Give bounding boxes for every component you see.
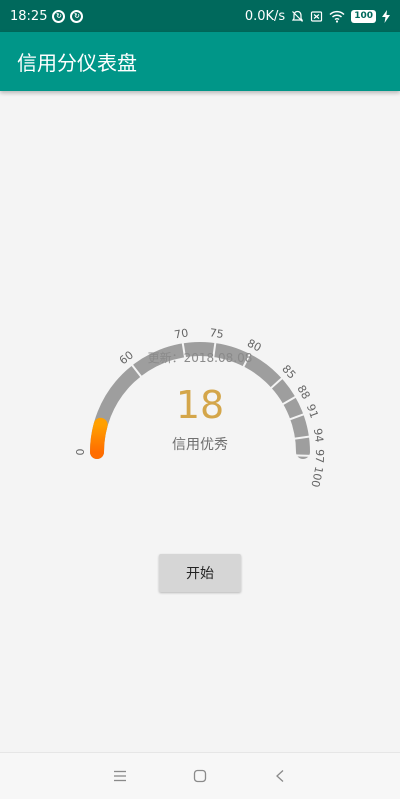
gauge-tick xyxy=(294,454,311,457)
credit-status: 信用优秀 xyxy=(172,437,228,453)
menu-icon xyxy=(114,770,126,782)
charging-icon xyxy=(382,9,390,23)
main-content: 0 60 70 75 80 85 88 91 94 97 100 更新：2018.08.08 18 … xyxy=(0,91,400,752)
mute-icon xyxy=(292,10,304,22)
status-time: 18:25 xyxy=(10,8,48,24)
sync-icon: ↻ xyxy=(52,9,66,23)
back-button[interactable] xyxy=(260,756,300,796)
wifi-icon xyxy=(329,10,345,23)
menu-button[interactable] xyxy=(100,756,140,796)
update-date: 更新：2018.08.08 xyxy=(147,351,253,365)
battery-icon: 100 xyxy=(351,9,376,23)
navigation-bar xyxy=(0,752,400,799)
app-bar: 信用分仪表盘 xyxy=(0,32,400,91)
home-button[interactable] xyxy=(180,756,220,796)
gauge-tick-label: 75 xyxy=(209,326,225,341)
net-speed: 0.0K/s xyxy=(244,8,286,24)
sync-icon: ↻ xyxy=(70,9,84,23)
home-icon xyxy=(193,769,207,783)
app-title: 信用分仪表盘 xyxy=(17,51,137,75)
start-button[interactable]: 开始 xyxy=(159,554,241,592)
sim-off-icon xyxy=(311,10,323,22)
credit-score: 18 xyxy=(175,383,225,427)
gauge-tick-label: 70 xyxy=(173,326,189,341)
back-icon xyxy=(276,770,284,782)
gauge-tick-label: 100 xyxy=(308,465,325,488)
status-bar: 18:25 ↻ ↻ 0.0K/s 100 xyxy=(0,0,400,32)
